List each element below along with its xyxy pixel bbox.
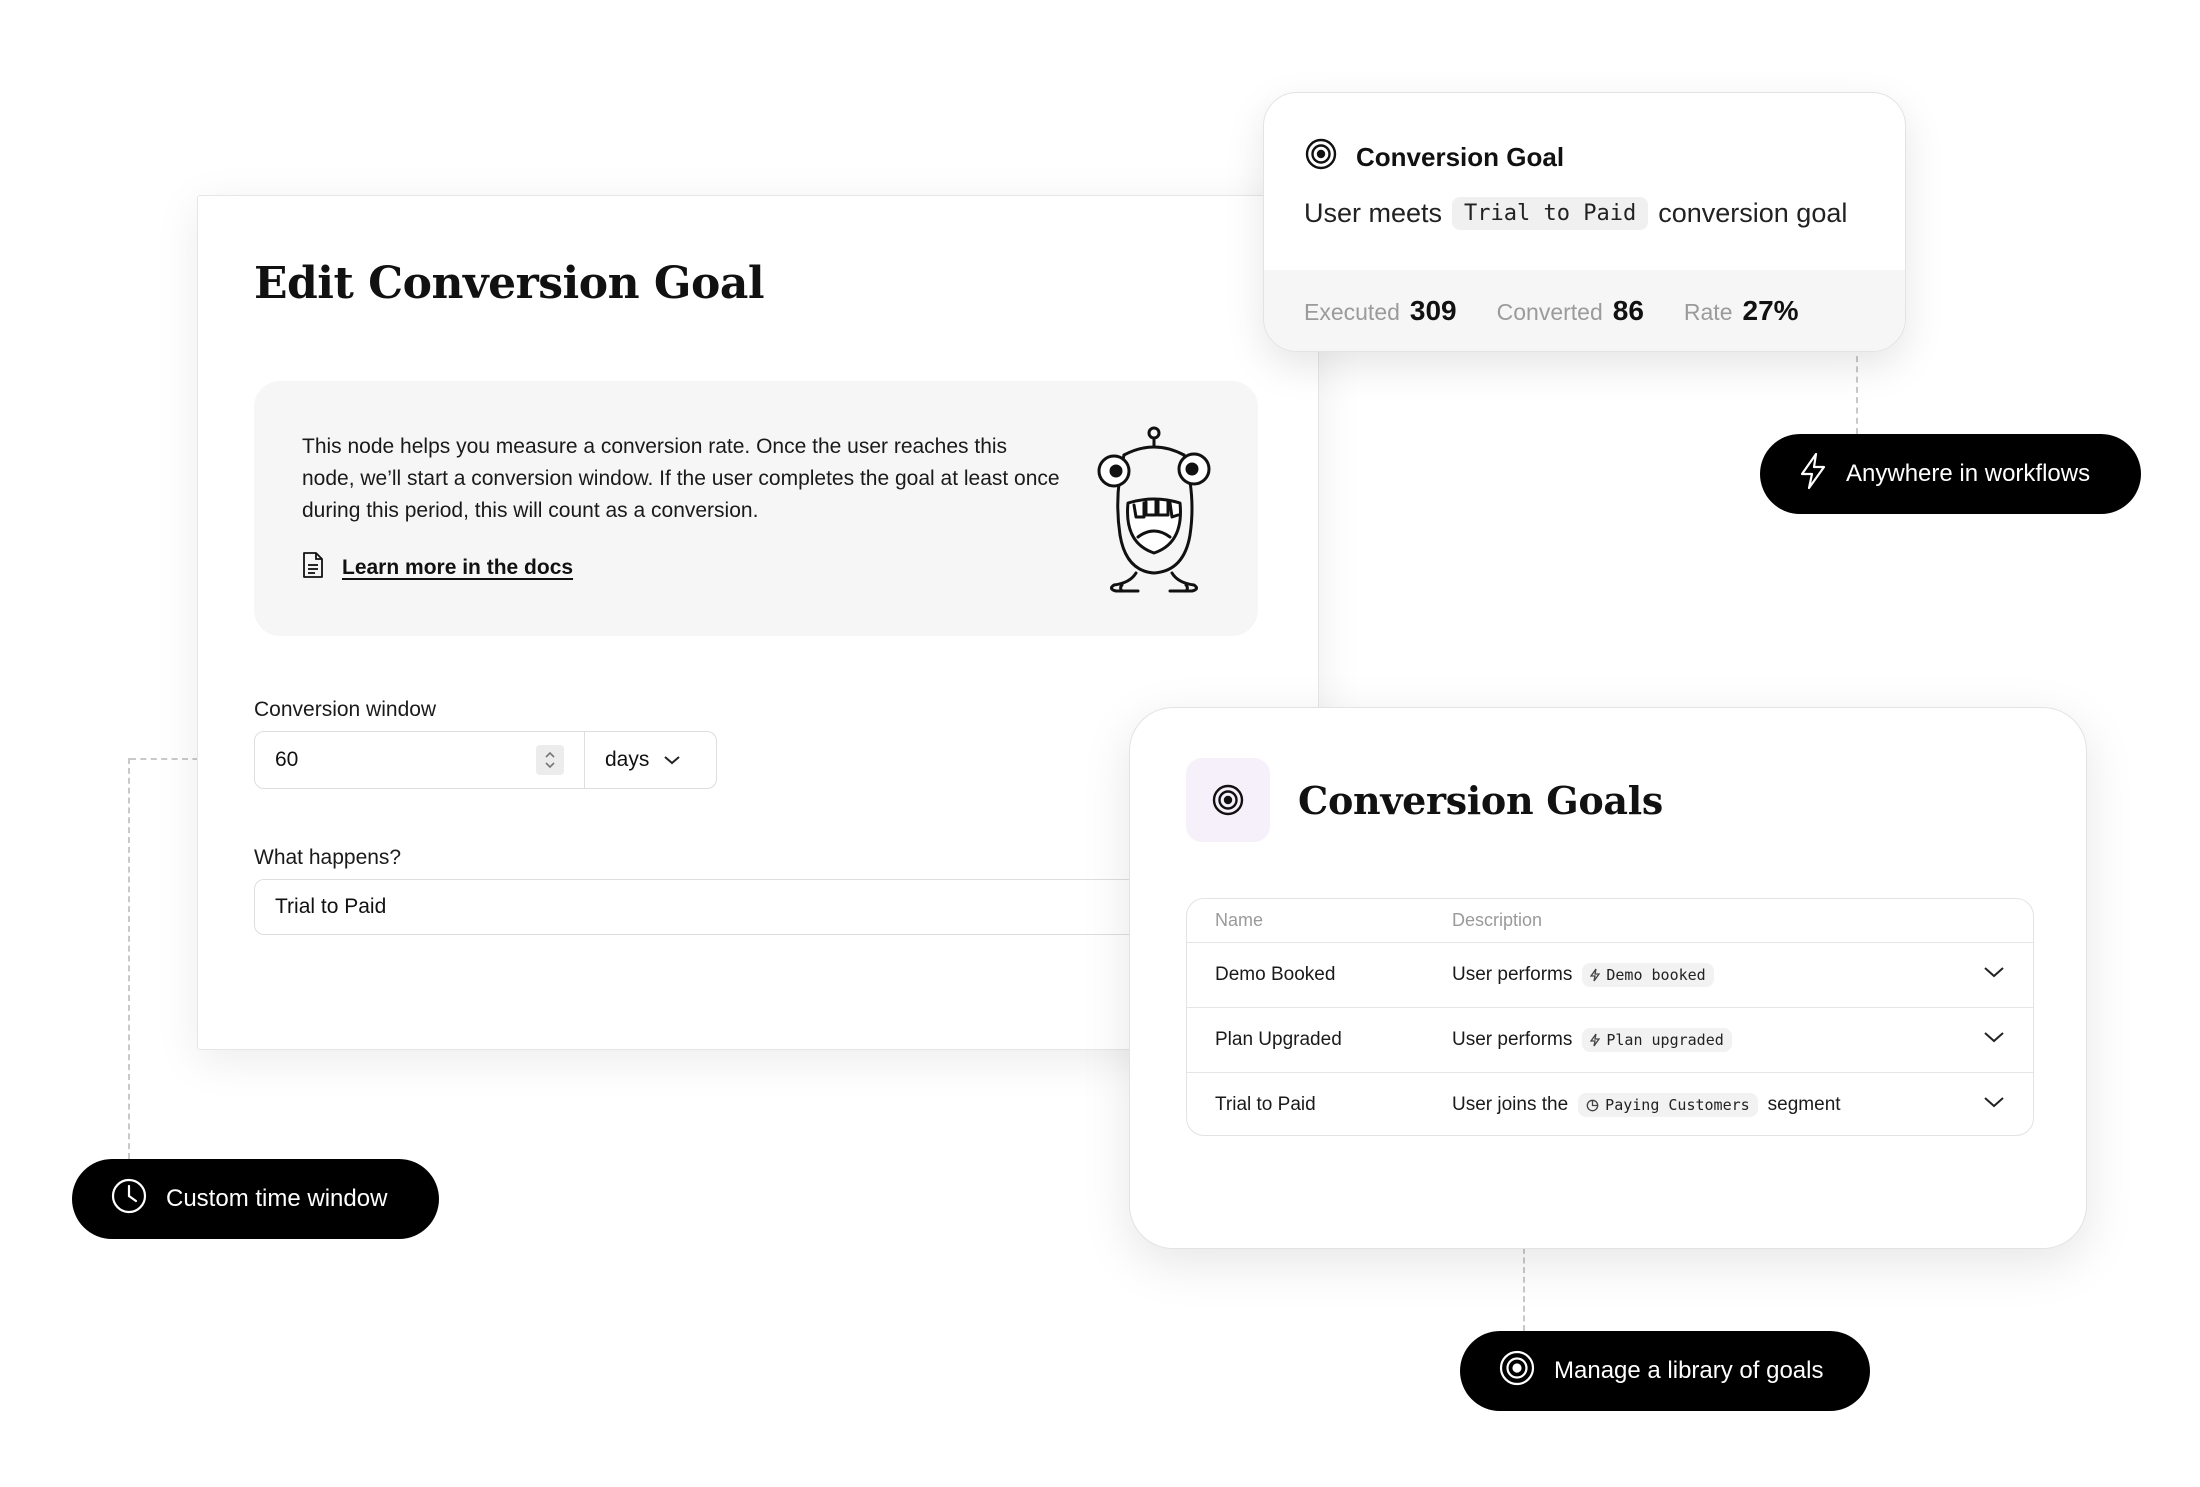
goal-name: Trial to Paid — [1215, 1094, 1316, 1115]
bolt-icon — [1798, 452, 1828, 497]
column-header-name: Name — [1215, 910, 1264, 930]
conversion-window-label: Conversion window — [254, 698, 437, 721]
goal-stats: Executed 309 Converted 86 Rate 27% — [1264, 270, 1905, 351]
segment-tag-label: Paying Customers — [1605, 1096, 1750, 1114]
time-window-pill-label: Custom time window — [166, 1185, 388, 1212]
stat-converted: Converted 86 — [1497, 295, 1644, 327]
stepper-arrows-icon — [545, 751, 555, 769]
stat-label: Executed — [1304, 298, 1400, 325]
goal-desc-suffix: segment — [1767, 1094, 1841, 1115]
target-icon — [1212, 784, 1244, 816]
goal-code-pill: Trial to Paid — [1452, 197, 1649, 230]
conversion-goals-card: Conversion Goals Name Description Demo B… — [1129, 707, 2087, 1249]
time-window-pill[interactable]: Custom time window — [72, 1159, 439, 1239]
workflows-pill-label: Anywhere in workflows — [1846, 460, 2091, 487]
stat-value: 309 — [1409, 294, 1457, 326]
event-tag-label: Demo booked — [1606, 966, 1706, 984]
goal-card-description: User meets Trial to Paid conversion goal — [1304, 197, 1847, 230]
event-tag-label: Plan upgraded — [1606, 1031, 1724, 1049]
chevron-down-icon[interactable] — [1983, 1030, 2005, 1044]
stat-rate: Rate 27% — [1684, 295, 1799, 327]
target-icon — [1304, 137, 1338, 178]
panel-title: Edit Conversion Goal — [254, 258, 765, 309]
conversion-window-value: 60 — [275, 748, 299, 771]
table-header: Name Description — [1187, 899, 2033, 942]
table-row[interactable]: Demo Booked User performs Demo booked — [1187, 942, 2033, 1007]
goal-name: Demo Booked — [1215, 964, 1336, 985]
chevron-down-icon[interactable] — [1983, 1095, 2005, 1109]
table-row[interactable]: Plan Upgraded User performs Plan upgrade… — [1187, 1007, 2033, 1072]
goals-icon-box — [1186, 758, 1270, 842]
number-stepper[interactable] — [536, 745, 564, 775]
what-happens-label: What happens? — [254, 846, 402, 869]
column-header-description: Description — [1452, 910, 1543, 930]
event-tag: Plan upgraded — [1582, 1028, 1732, 1052]
bolt-icon — [1590, 968, 1601, 982]
info-box: This node helps you measure a conversion… — [254, 381, 1258, 636]
conversion-window-control: 60 days — [254, 731, 717, 789]
conversion-window-input[interactable]: 60 — [255, 732, 585, 788]
goal-card-title: Conversion Goal — [1356, 142, 1565, 172]
goal-desc-prefix: User meets — [1304, 198, 1443, 228]
connector-line — [128, 758, 130, 1159]
bolt-icon — [1590, 1033, 1601, 1047]
goal-library-pill[interactable]: Manage a library of goals — [1460, 1331, 1870, 1411]
goals-title: Conversion Goals — [1298, 778, 1663, 823]
goal-library-pill-label: Manage a library of goals — [1554, 1357, 1824, 1384]
goal-desc-prefix: User joins the — [1452, 1094, 1569, 1115]
segment-icon — [1586, 1099, 1599, 1111]
goal-name: Plan Upgraded — [1215, 1029, 1342, 1050]
stat-label: Converted — [1496, 298, 1603, 325]
docs-link[interactable]: Learn more in the docs — [302, 551, 573, 585]
goal-desc-prefix: User performs — [1452, 964, 1573, 985]
monster-illustration — [1092, 425, 1217, 600]
goal-description: User performs Demo booked — [1452, 963, 1714, 987]
stat-value: 27% — [1742, 294, 1799, 326]
stat-value: 86 — [1612, 294, 1644, 326]
target-icon — [1498, 1349, 1536, 1394]
goal-description: User joins the Paying Customers segment — [1452, 1093, 1841, 1117]
what-happens-value: Trial to Paid — [275, 895, 387, 918]
stat-executed: Executed 309 — [1304, 295, 1457, 327]
info-text: This node helps you measure a conversion… — [302, 435, 1060, 522]
stat-label: Rate — [1683, 298, 1733, 325]
segment-tag: Paying Customers — [1578, 1093, 1758, 1117]
table-row[interactable]: Trial to Paid User joins the Paying Cust… — [1187, 1072, 2033, 1135]
window-unit-value: days — [605, 748, 650, 771]
chevron-down-icon — [664, 756, 681, 765]
clock-icon — [110, 1177, 148, 1222]
conversion-goal-card: Conversion Goal User meets Trial to Paid… — [1263, 92, 1906, 352]
goal-desc-suffix: conversion goal — [1658, 198, 1848, 228]
window-unit-select[interactable]: days — [585, 732, 716, 788]
document-icon — [302, 551, 324, 585]
docs-link-label: Learn more in the docs — [342, 556, 574, 579]
workflows-pill[interactable]: Anywhere in workflows — [1760, 434, 2141, 514]
goal-desc-prefix: User performs — [1452, 1029, 1573, 1050]
goal-description: User performs Plan upgraded — [1452, 1028, 1732, 1052]
goals-table: Name Description Demo Booked User perfor… — [1186, 898, 2034, 1136]
event-tag: Demo booked — [1582, 963, 1714, 987]
chevron-down-icon[interactable] — [1983, 965, 2005, 979]
